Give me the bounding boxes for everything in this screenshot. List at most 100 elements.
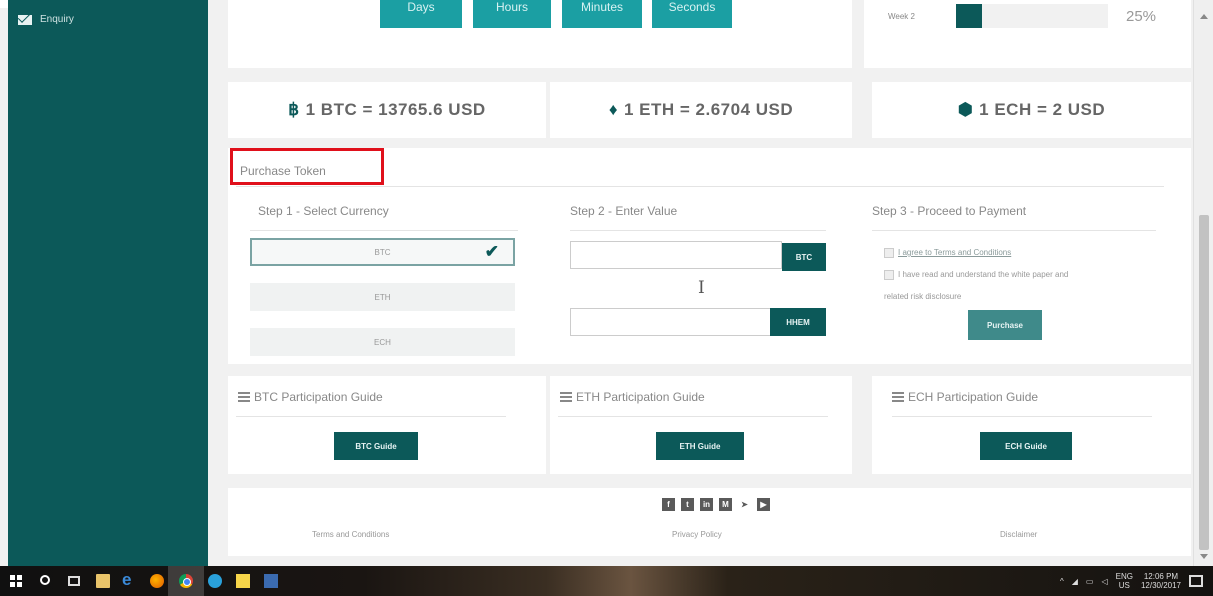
- agree-paper-label-cont: related risk disclosure: [884, 292, 962, 301]
- currency-option-label: ETH: [374, 292, 391, 302]
- rate-eth: ♦ 1 ETH = 2.6704 USD: [550, 82, 852, 138]
- sidebar-item-enquiry[interactable]: Enquiry: [18, 14, 74, 25]
- firefox-icon[interactable]: [150, 574, 164, 588]
- guide-card-eth: ETH Participation Guide ETH Guide: [550, 376, 852, 474]
- agree-terms-link[interactable]: I agree to Terms and Conditions: [898, 248, 1011, 258]
- currency-option-eth[interactable]: ETH: [250, 283, 515, 311]
- eth-guide-button[interactable]: ETH Guide: [656, 432, 744, 460]
- network-icon[interactable]: ◢: [1072, 577, 1078, 586]
- btc-unit-tag: BTC: [782, 243, 826, 271]
- countdown-hours-label: Hours: [495, 0, 528, 14]
- progress-card: Week 2 25%: [864, 0, 1191, 68]
- task-view-icon[interactable]: [68, 576, 80, 586]
- windows-start-icon[interactable]: [10, 575, 22, 587]
- system-tray: ^ ◢ ▭ ◁ ENG US 12:06 PM 12/30/2017: [1060, 566, 1203, 596]
- scroll-down-icon[interactable]: [1200, 554, 1208, 559]
- ech-coin-icon: ⬢: [957, 100, 974, 119]
- linkedin-icon[interactable]: in: [700, 498, 713, 511]
- battery-icon[interactable]: ▭: [1086, 577, 1094, 586]
- rate-btc-text: 1 BTC = 13765.6 USD: [305, 100, 486, 119]
- btc-guide-button[interactable]: BTC Guide: [334, 432, 418, 460]
- guide-title-ech: ECH Participation Guide: [892, 390, 1038, 404]
- divider: [236, 416, 506, 417]
- page-scrollbar[interactable]: [1193, 0, 1213, 566]
- clock[interactable]: 12:06 PM 12/30/2017: [1141, 572, 1181, 590]
- lang-top: ENG: [1115, 572, 1133, 581]
- divider: [892, 416, 1152, 417]
- countdown-days-label: Days: [407, 0, 435, 14]
- countdown-card: Days Hours Minutes Seconds: [228, 0, 852, 68]
- step3-title: Step 3 - Proceed to Payment: [872, 204, 1027, 218]
- twitter-icon[interactable]: t: [681, 498, 694, 511]
- rate-eth-text: 1 ETH = 2.6704 USD: [624, 100, 794, 119]
- disclaimer-link[interactable]: Disclaimer: [1000, 530, 1037, 539]
- sidebar: Enquiry: [8, 0, 208, 566]
- file-explorer-icon[interactable]: [96, 574, 110, 588]
- facebook-icon[interactable]: f: [662, 498, 675, 511]
- countdown-seconds-label: Seconds: [668, 0, 716, 14]
- sticky-notes-icon[interactable]: [236, 574, 250, 588]
- notifications-icon[interactable]: [1189, 575, 1203, 587]
- purchase-title: Purchase Token: [240, 164, 326, 178]
- document-icon: [238, 392, 250, 402]
- footer: f t in M ➤ ▶ Terms and Conditions Privac…: [228, 488, 1191, 556]
- guide-title-eth: ETH Participation Guide: [560, 390, 705, 404]
- divider: [872, 230, 1156, 231]
- divider: [250, 230, 518, 231]
- scroll-up-icon[interactable]: [1200, 14, 1208, 19]
- bitcoin-icon: ฿: [288, 100, 300, 119]
- week-label: Week 2: [888, 12, 915, 21]
- guide-title-text: ETH Participation Guide: [576, 390, 705, 404]
- btc-value-input[interactable]: [570, 241, 782, 269]
- currency-option-btc[interactable]: BTC ✔: [250, 238, 515, 266]
- agree-paper-row[interactable]: I have read and understand the white pap…: [884, 270, 1154, 280]
- checkmark-icon: ✔: [484, 242, 499, 261]
- clock-time: 12:06 PM: [1143, 572, 1179, 581]
- chrome-icon[interactable]: [179, 574, 193, 588]
- envelope-icon: [18, 14, 32, 25]
- purchase-card: Purchase Token Step 1 - Select Currency …: [228, 148, 1191, 364]
- telegram-icon[interactable]: ➤: [738, 498, 751, 511]
- guide-card-ech: ECH Participation Guide ECH Guide: [872, 376, 1191, 474]
- app-icon[interactable]: [264, 574, 278, 588]
- step1-title: Step 1 - Select Currency: [258, 204, 389, 218]
- lang-bottom: US: [1118, 581, 1130, 590]
- search-icon[interactable]: [40, 575, 50, 585]
- progress-fill: [956, 4, 982, 28]
- scrollbar-thumb[interactable]: [1199, 215, 1209, 550]
- document-icon: [560, 392, 572, 402]
- volume-icon[interactable]: ◁: [1101, 577, 1107, 586]
- privacy-policy-link[interactable]: Privacy Policy: [672, 530, 722, 539]
- divider: [236, 186, 1164, 187]
- document-icon: [892, 392, 904, 402]
- edge-browser-icon[interactable]: e: [122, 570, 131, 590]
- taskbar: e ^ ◢ ▭ ◁ ENG US 12:06 PM 12/30/2017: [0, 566, 1213, 596]
- rate-btc: ฿ 1 BTC = 13765.6 USD: [228, 82, 546, 138]
- progress-percent: 25%: [1126, 8, 1157, 25]
- guide-card-btc: BTC Participation Guide BTC Guide: [228, 376, 546, 474]
- agree-paper-checkbox[interactable]: [884, 270, 894, 280]
- social-links: f t in M ➤ ▶: [662, 498, 770, 511]
- main-content: Days Hours Minutes Seconds Week 2 25% ฿ …: [208, 0, 1193, 566]
- agree-paper-label: I have read and understand the white pap…: [898, 270, 1069, 279]
- hhem-value-input[interactable]: [570, 308, 782, 336]
- currency-option-ech[interactable]: ECH: [250, 328, 515, 356]
- agree-terms-checkbox[interactable]: [884, 248, 894, 258]
- ethereum-icon: ♦: [608, 100, 618, 119]
- purchase-button[interactable]: Purchase: [968, 310, 1042, 340]
- language-indicator[interactable]: ENG US: [1116, 572, 1133, 590]
- terms-link[interactable]: Terms and Conditions: [312, 530, 389, 539]
- currency-option-label: ECH: [374, 337, 391, 347]
- divider: [558, 416, 828, 417]
- agree-terms-row[interactable]: I agree to Terms and Conditions: [884, 248, 1154, 258]
- youtube-icon[interactable]: ▶: [757, 498, 770, 511]
- countdown-days: Days: [380, 0, 462, 28]
- tray-chevron-icon[interactable]: ^: [1060, 577, 1064, 586]
- ech-guide-button[interactable]: ECH Guide: [980, 432, 1072, 460]
- guide-title-text: BTC Participation Guide: [254, 390, 383, 404]
- currency-option-label: BTC: [374, 247, 391, 257]
- guide-title-text: ECH Participation Guide: [908, 390, 1039, 404]
- telegram-app-icon[interactable]: [208, 574, 222, 588]
- text-cursor-icon: I: [698, 278, 705, 298]
- medium-icon[interactable]: M: [719, 498, 732, 511]
